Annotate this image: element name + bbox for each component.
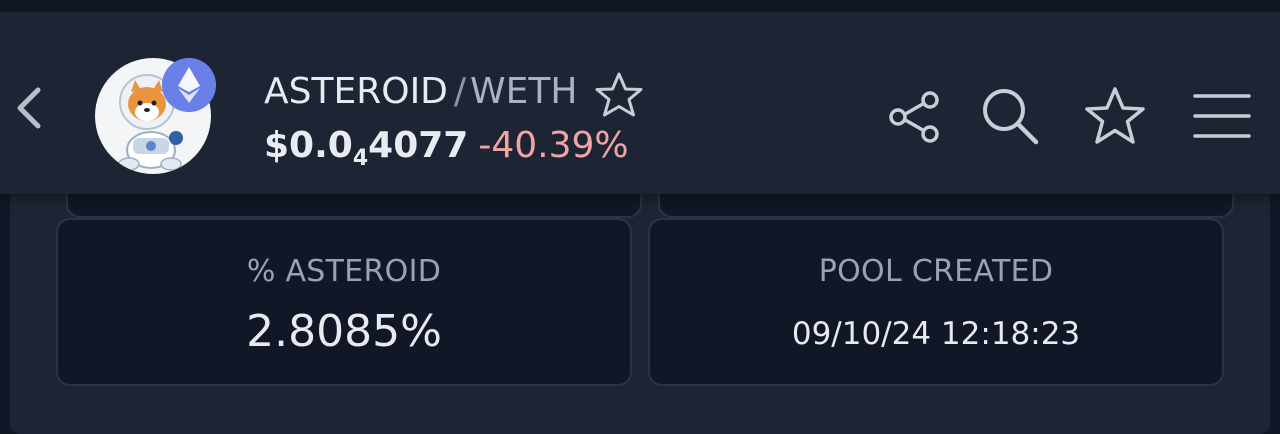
price-row: $0.044077 -40.39% bbox=[264, 124, 629, 171]
share-icon[interactable] bbox=[888, 90, 942, 144]
pair-header: ASTEROID / WETH $0.044077 -40.39% bbox=[0, 12, 1280, 194]
stat-label: % ASTEROID bbox=[246, 254, 442, 289]
stat-value: 2.8085% bbox=[246, 306, 442, 357]
stat-card-token-percent: % ASTEROID 2.8085% bbox=[56, 218, 632, 386]
ethereum-icon bbox=[162, 58, 216, 112]
star-outline-icon[interactable] bbox=[593, 70, 645, 122]
chevron-left-icon[interactable] bbox=[8, 80, 48, 136]
stat-card-pool-created: POOL CREATED 09/10/24 12:18:23 bbox=[648, 218, 1224, 386]
hamburger-menu-icon[interactable] bbox=[1192, 90, 1252, 142]
token-price: $0.044077 bbox=[264, 125, 469, 171]
pair-title: ASTEROID / WETH bbox=[264, 70, 577, 114]
pair-separator: / bbox=[453, 71, 467, 112]
stat-label: POOL CREATED bbox=[818, 254, 1054, 289]
base-symbol: ASTEROID bbox=[264, 71, 448, 112]
stat-value: 09/10/24 12:18:23 bbox=[791, 316, 1081, 352]
search-icon[interactable] bbox=[978, 84, 1042, 148]
quote-symbol: WETH bbox=[470, 71, 578, 112]
star-outline-icon[interactable] bbox=[1082, 84, 1148, 150]
price-change: -40.39% bbox=[478, 125, 629, 166]
